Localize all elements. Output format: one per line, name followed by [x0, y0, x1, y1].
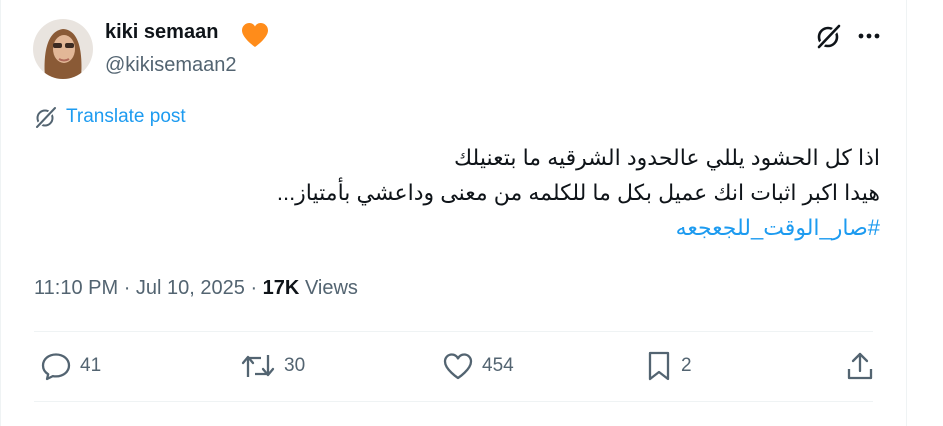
bookmark-icon	[648, 351, 670, 381]
avatar-image	[33, 19, 93, 79]
share-button[interactable]	[844, 348, 876, 384]
avatar[interactable]	[33, 19, 93, 79]
post-date[interactable]: Jul 10, 2025	[136, 277, 245, 299]
divider-bottom	[34, 401, 873, 402]
tweet-line-2: هيدا اكبر اثبات انك عميل بكل ما للكلمه م…	[276, 180, 880, 205]
reply-count: 41	[80, 355, 102, 376]
like-button[interactable]: 454	[442, 348, 514, 384]
meta-separator: ·	[250, 277, 263, 299]
bookmark-count: 2	[681, 355, 692, 376]
meta-separator: ·	[123, 277, 136, 299]
heart-icon	[443, 353, 473, 380]
translate-post-label: Translate post	[66, 106, 186, 127]
views-count: 17K	[262, 277, 300, 299]
repost-button[interactable]: 30	[240, 348, 305, 384]
reply-button[interactable]: 41	[40, 348, 101, 384]
bookmark-button[interactable]: 2	[645, 348, 692, 384]
divider-top	[34, 331, 873, 332]
translate-post-button[interactable]: Translate post	[34, 104, 186, 130]
views-label: Views	[304, 277, 358, 299]
orange-heart-icon	[241, 22, 269, 48]
share-icon	[847, 352, 873, 380]
like-count: 454	[482, 355, 514, 376]
post-time[interactable]: 11:10 PM	[34, 277, 118, 299]
grok-translate-icon	[34, 105, 58, 129]
left-border	[0, 0, 1, 426]
reply-icon	[41, 353, 71, 381]
grok-icon[interactable]	[814, 21, 844, 51]
hashtag-link[interactable]: #صار_الوقت_للجعجعه	[676, 215, 880, 240]
tweet-text: اذا كل الحشود يللي عالحدود الشرقيه ما بت…	[277, 140, 880, 245]
repost-icon	[241, 355, 275, 377]
username-handle[interactable]: @kikisemaan2	[105, 54, 236, 77]
tweet-meta: 11:10 PM · Jul 10, 2025 · 17K Views	[34, 277, 358, 300]
repost-count: 30	[284, 355, 306, 376]
tweet-line-1: اذا كل الحشود يللي عالحدود الشرقيه ما بت…	[454, 145, 880, 170]
display-name[interactable]: kiki semaan	[105, 21, 218, 44]
more-options-icon[interactable]	[853, 21, 885, 51]
right-border	[906, 0, 907, 426]
